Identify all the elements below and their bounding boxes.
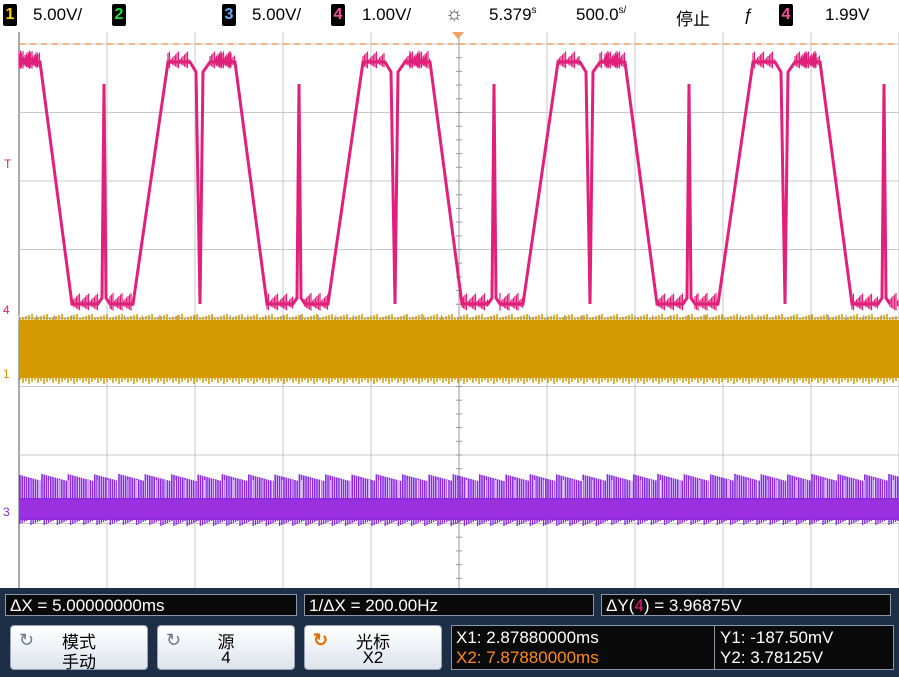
cursor-softkey[interactable]: ↻ 光标 X2: [304, 625, 442, 670]
delta-x-readout: ΔX = 5.00000000ms: [5, 594, 297, 616]
ch4-indicator[interactable]: 4: [331, 4, 345, 26]
trigger-position-marker: [452, 32, 464, 39]
ch1-indicator[interactable]: 1: [3, 4, 17, 26]
ch3-indicator[interactable]: 3: [222, 4, 236, 26]
ch1-trace: [19, 320, 899, 378]
trigger-edge-icon: ƒ: [743, 5, 753, 24]
status-bar: 1 5.00V/ 2 3 5.00V/ 4 1.00V/ ☼ 5.379s 50…: [0, 0, 899, 32]
source-value: 4: [221, 648, 231, 667]
delta-y-readout: ΔY(4) = 3.96875V: [601, 594, 891, 616]
ch4-ground-marker: 4: [3, 303, 10, 317]
mode-softkey[interactable]: ↻ 模式 手动: [10, 625, 148, 672]
readout-divider: [714, 626, 715, 669]
ch2-indicator[interactable]: 2: [112, 4, 126, 26]
y1-readout: Y1: -187.50mV: [720, 628, 834, 647]
acquisition-icon: ☼: [445, 3, 464, 25]
waveform-display[interactable]: T 4 1 3: [0, 32, 899, 588]
ch4-trace: [20, 60, 892, 306]
time-scale: 500.0s/: [576, 5, 627, 24]
bottom-panel: ΔX = 5.00000000ms 1/ΔX = 200.00Hz ΔY(4) …: [0, 588, 899, 677]
ch1-scale: 5.00V/: [33, 5, 83, 24]
time-position: 5.379s: [489, 5, 537, 24]
trigger-source[interactable]: 4: [779, 4, 793, 26]
ch3-ground-marker: 3: [3, 505, 10, 519]
cursor-readout: X1: 2.87880000ms X2: 7.87880000ms Y1: -1…: [451, 625, 894, 670]
trigger-level: 1.99V: [825, 5, 870, 24]
ch4-scale: 1.00V/: [362, 5, 412, 24]
inverse-delta-x-readout: 1/ΔX = 200.00Hz: [304, 594, 594, 616]
ch3-scale: 5.00V/: [252, 5, 302, 24]
cursor-value: X2: [362, 648, 384, 667]
source-softkey[interactable]: ↻ 源 4: [157, 625, 295, 670]
y2-readout: Y2: 3.78125V: [720, 648, 824, 667]
trigger-marker: T: [4, 157, 12, 171]
mode-value: 手动: [62, 653, 96, 672]
x1-readout: X1: 2.87880000ms: [456, 628, 599, 647]
run-state[interactable]: 停止: [676, 5, 710, 30]
ch1-ground-marker: 1: [3, 367, 10, 381]
x2-readout: X2: 7.87880000ms: [456, 648, 599, 667]
